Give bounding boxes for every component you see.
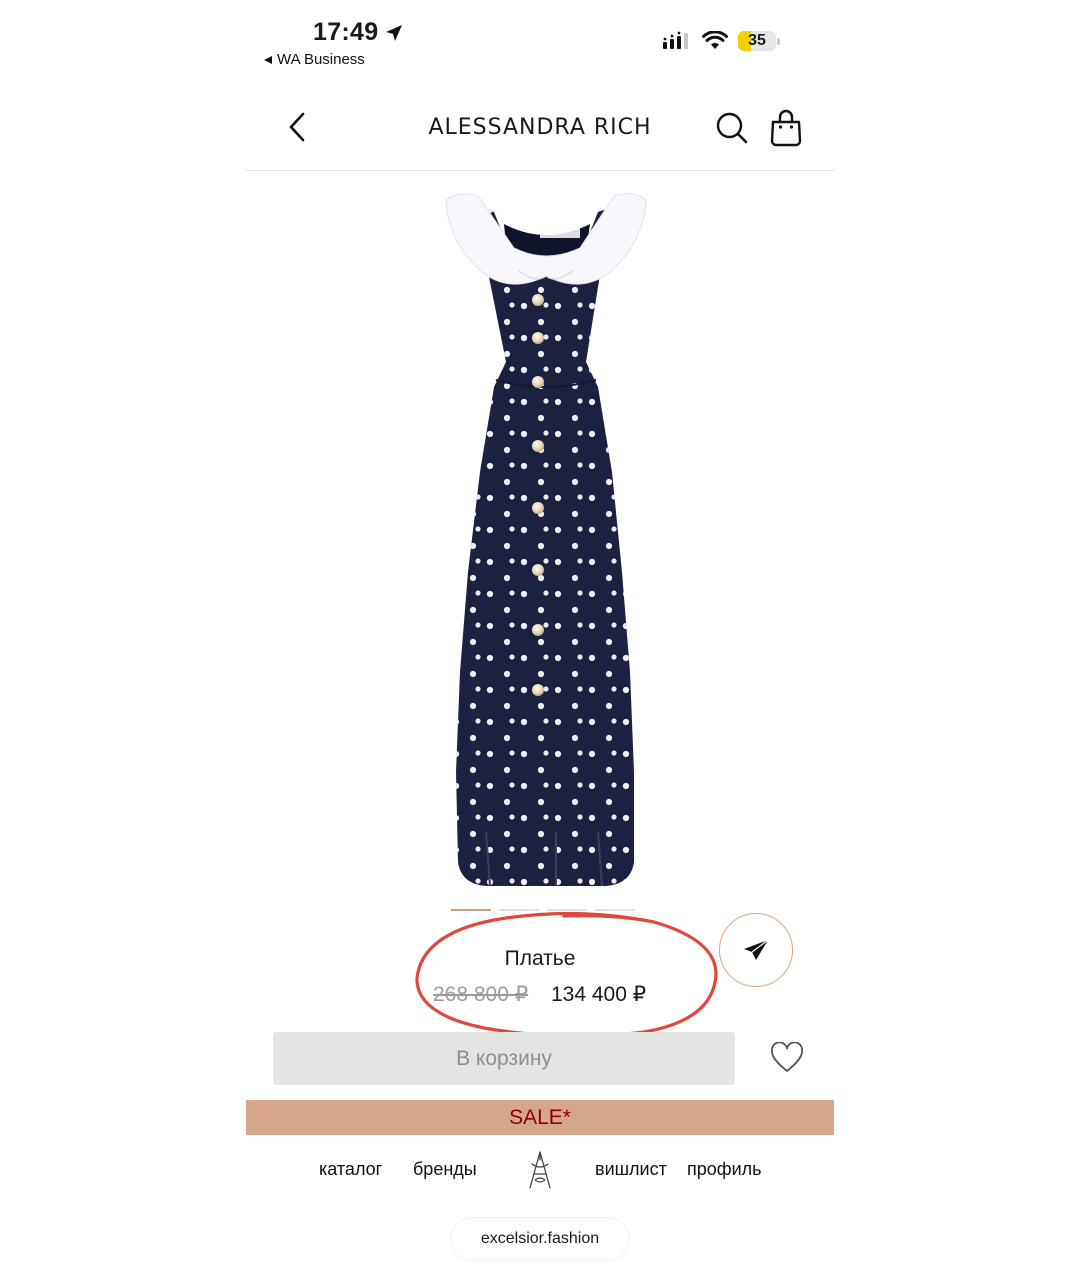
phone-screen: 17:49 WA Business 35 ALESSANDRA RICH Пла…: [246, 0, 834, 1280]
battery-icon: 35: [738, 31, 780, 51]
search-button[interactable]: [714, 110, 750, 146]
status-time-text: 17:49: [313, 18, 379, 46]
tab-catalog[interactable]: каталог: [319, 1159, 382, 1180]
cart-button[interactable]: [768, 108, 804, 148]
battery-level: 35: [748, 32, 766, 49]
tab-brands[interactable]: бренды: [413, 1159, 477, 1180]
back-to-app-link[interactable]: WA Business: [263, 51, 365, 68]
tab-profile[interactable]: профиль: [687, 1159, 762, 1180]
back-to-app-label: WA Business: [277, 51, 365, 68]
left-margin: [0, 0, 246, 1280]
browser-url-bar[interactable]: excelsior.fashion: [451, 1218, 629, 1260]
sale-banner[interactable]: SALE*: [246, 1100, 834, 1135]
search-icon: [716, 112, 748, 144]
tab-wishlist[interactable]: вишлист: [595, 1159, 667, 1180]
status-time: 17:49: [313, 18, 404, 47]
brand-monogram-icon[interactable]: [526, 1150, 554, 1190]
cellular-signal-icon: [663, 31, 688, 49]
heart-icon: [770, 1041, 804, 1072]
right-margin: [834, 0, 1080, 1280]
highlight-annotation: [415, 911, 718, 1038]
back-triangle-icon: [264, 55, 272, 64]
wishlist-button[interactable]: [770, 1041, 804, 1074]
app-header: ALESSANDRA RICH: [246, 90, 834, 171]
wifi-icon: [702, 31, 728, 49]
shopping-bag-icon: [770, 109, 802, 147]
sale-banner-text: SALE*: [509, 1105, 571, 1129]
add-to-cart-label: В корзину: [456, 1046, 552, 1070]
status-indicators: 35: [662, 31, 780, 51]
browser-url-text: excelsior.fashion: [480, 1230, 600, 1247]
page: 17:49 WA Business 35 ALESSANDRA RICH Пла…: [0, 0, 1080, 1280]
location-arrow-icon: [386, 24, 403, 41]
product-image[interactable]: [246, 172, 834, 907]
add-to-cart-button[interactable]: В корзину: [273, 1032, 735, 1085]
